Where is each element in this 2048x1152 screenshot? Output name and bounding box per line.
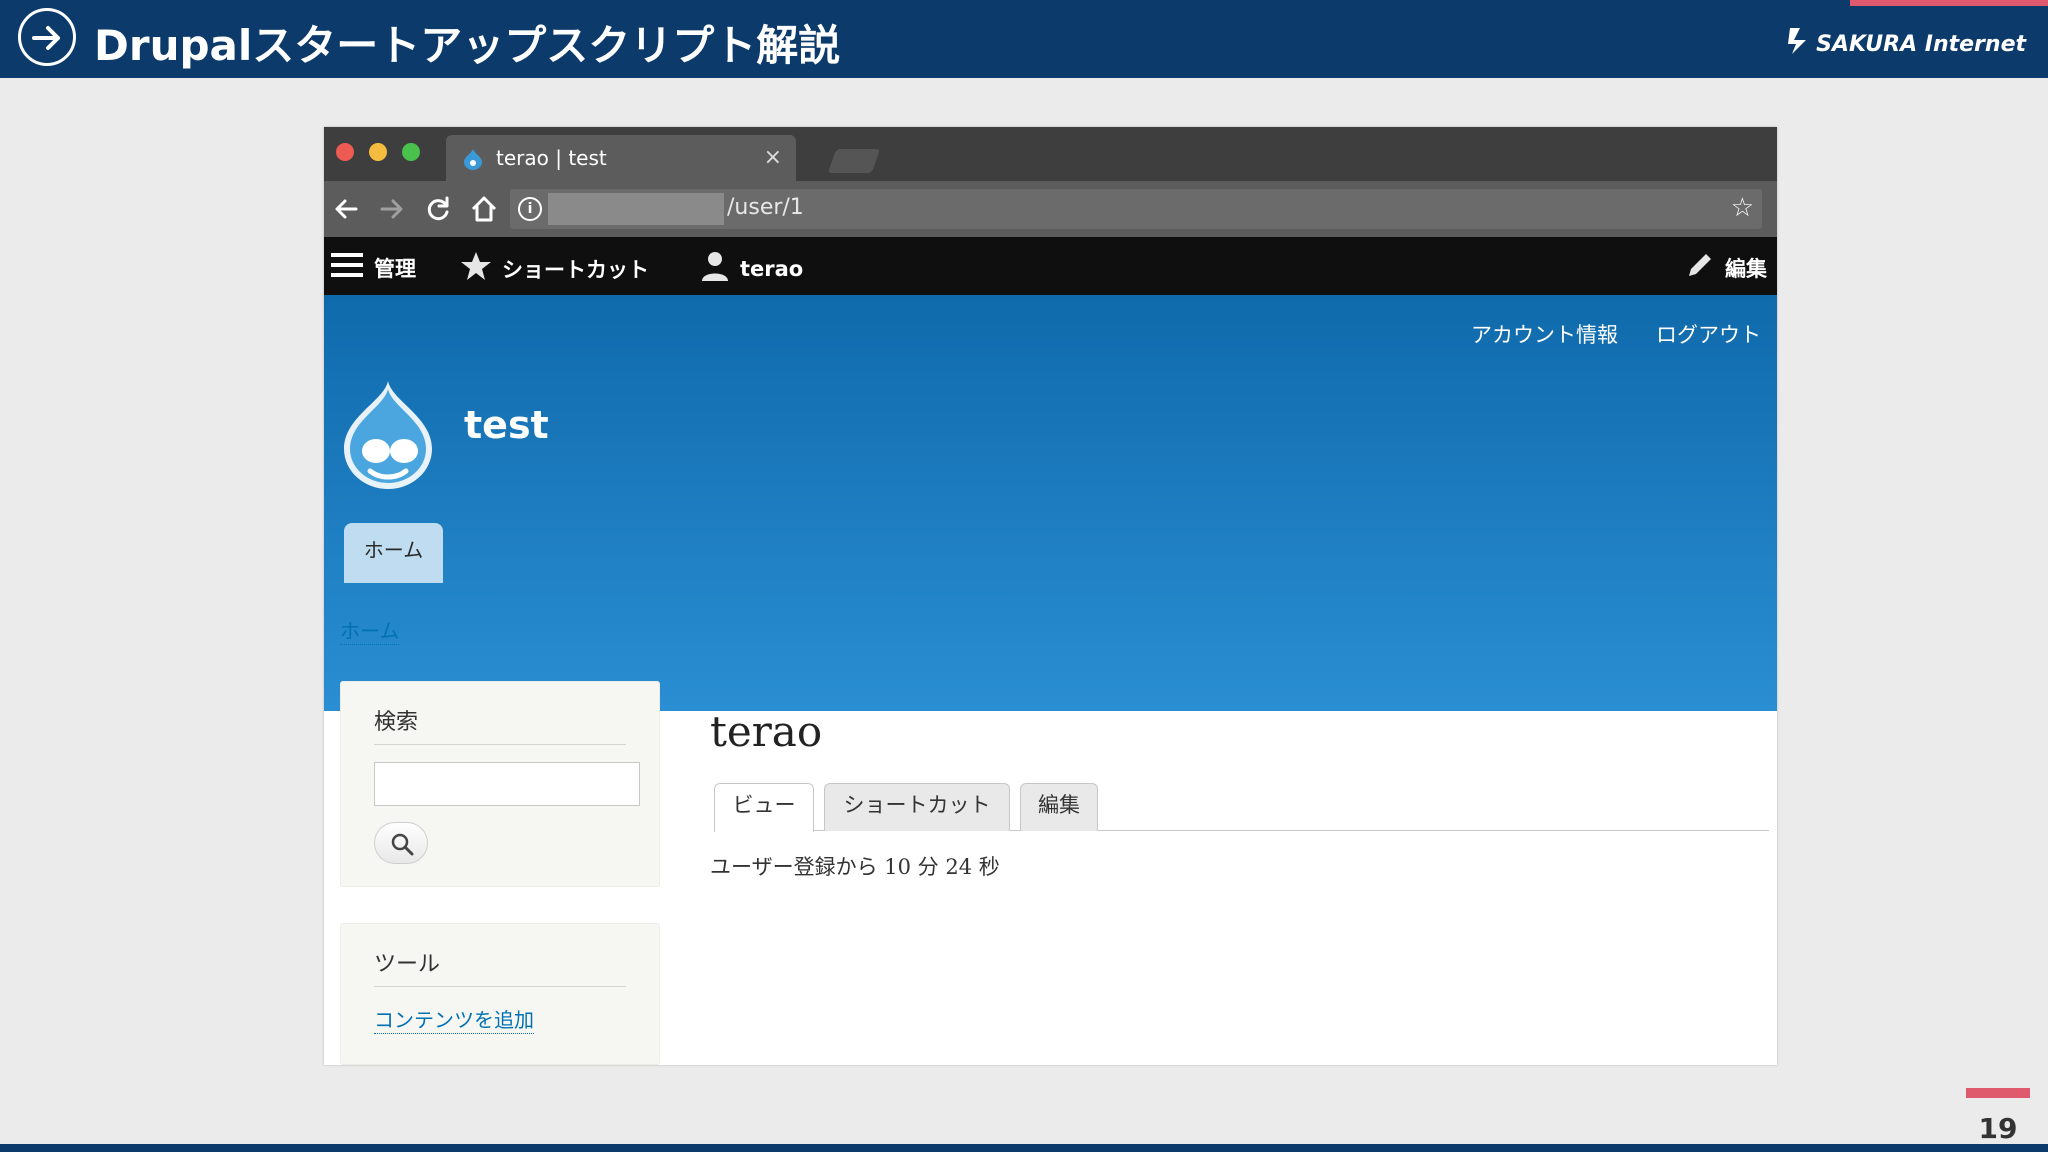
reload-icon[interactable] [422, 193, 454, 225]
admin-toolbar: 管理 ショートカット terao 編集 [324, 237, 1777, 295]
site-name[interactable]: test [464, 403, 549, 447]
toolbar-user-label: terao [740, 256, 804, 281]
browser-window: terao | test × i /user/1 ☆ 管理 ショートカット te… [324, 127, 1777, 1065]
slide-title: Drupalスタートアップスクリプト解説 [94, 21, 841, 70]
forward-arrow-icon[interactable] [376, 193, 408, 225]
browser-tab-bar: terao | test × [324, 127, 1777, 181]
page-number: 19 [1978, 1112, 2018, 1145]
search-button[interactable] [374, 822, 428, 864]
info-icon[interactable]: i [518, 197, 542, 221]
drupal-favicon-icon [462, 148, 484, 174]
redacted-url-host [548, 193, 724, 225]
close-window-button[interactable] [336, 143, 354, 161]
page-number-bar [1966, 1088, 2030, 1098]
search-block: 検索 [340, 681, 660, 887]
brand: SAKURA Internet [1786, 26, 2026, 62]
account-info-link[interactable]: アカウント情報 [1471, 319, 1618, 349]
tab-view[interactable]: ビュー [714, 783, 814, 832]
maximize-window-button[interactable] [402, 143, 420, 161]
home-icon[interactable] [468, 193, 500, 225]
toolbar-shortcuts[interactable]: ショートカット [460, 250, 649, 287]
add-content-link[interactable]: コンテンツを追加 [374, 1004, 534, 1034]
url-input[interactable]: i /user/1 ☆ [510, 189, 1762, 229]
search-input[interactable] [374, 762, 640, 806]
slide-header: Drupalスタートアップスクリプト解説 SAKURA Internet [0, 0, 2048, 78]
toolbar-manage[interactable]: 管理 [330, 250, 416, 285]
tab-close-button[interactable]: × [764, 145, 782, 170]
browser-tab[interactable]: terao | test × [446, 135, 796, 181]
tab-edit[interactable]: 編集 [1020, 783, 1098, 831]
bookmark-star-icon[interactable]: ☆ [1731, 193, 1754, 223]
logout-link[interactable]: ログアウト [1656, 319, 1761, 349]
toolbar-user[interactable]: terao [700, 250, 803, 287]
arrow-right-circle-icon [18, 8, 76, 66]
page-title: terao [710, 707, 823, 756]
member-for-text: ユーザー登録から 10 分 24 秒 [710, 855, 1000, 879]
star-icon [460, 250, 492, 287]
tools-block-title: ツール [374, 946, 626, 987]
site-header: アカウント情報 ログアウト test ホーム [324, 295, 1777, 711]
breadcrumb[interactable]: ホーム [340, 615, 400, 645]
sakura-logo-icon [1786, 26, 1812, 62]
new-tab-button[interactable] [827, 149, 881, 173]
url-text: /user/1 [727, 195, 804, 220]
toolbar-manage-label: 管理 [374, 256, 416, 281]
toolbar-edit[interactable]: 編集 [1685, 250, 1767, 285]
pencil-icon [1685, 250, 1715, 285]
brand-accent-bar [1850, 0, 2048, 6]
search-block-title: 検索 [374, 704, 626, 745]
secondary-menu: アカウント情報 ログアウト [1471, 319, 1761, 349]
address-bar: i /user/1 ☆ [324, 181, 1777, 237]
toolbar-edit-label: 編集 [1725, 256, 1767, 281]
local-tabs: ビュー ショートカット 編集 [714, 779, 1769, 832]
user-icon [700, 250, 730, 287]
brand-name: SAKURA Internet [1816, 31, 2026, 57]
toolbar-shortcuts-label: ショートカット [502, 257, 649, 282]
minimize-window-button[interactable] [369, 143, 387, 161]
primary-tab-home[interactable]: ホーム [344, 523, 443, 583]
back-arrow-icon[interactable] [330, 193, 362, 225]
hamburger-icon [330, 250, 364, 285]
tools-block: ツール コンテンツを追加 [340, 923, 660, 1065]
tab-title: terao | test [496, 146, 607, 170]
footer-line [0, 1144, 2048, 1152]
tab-shortcuts[interactable]: ショートカット [824, 783, 1010, 831]
drupal-logo-icon[interactable] [340, 379, 436, 495]
